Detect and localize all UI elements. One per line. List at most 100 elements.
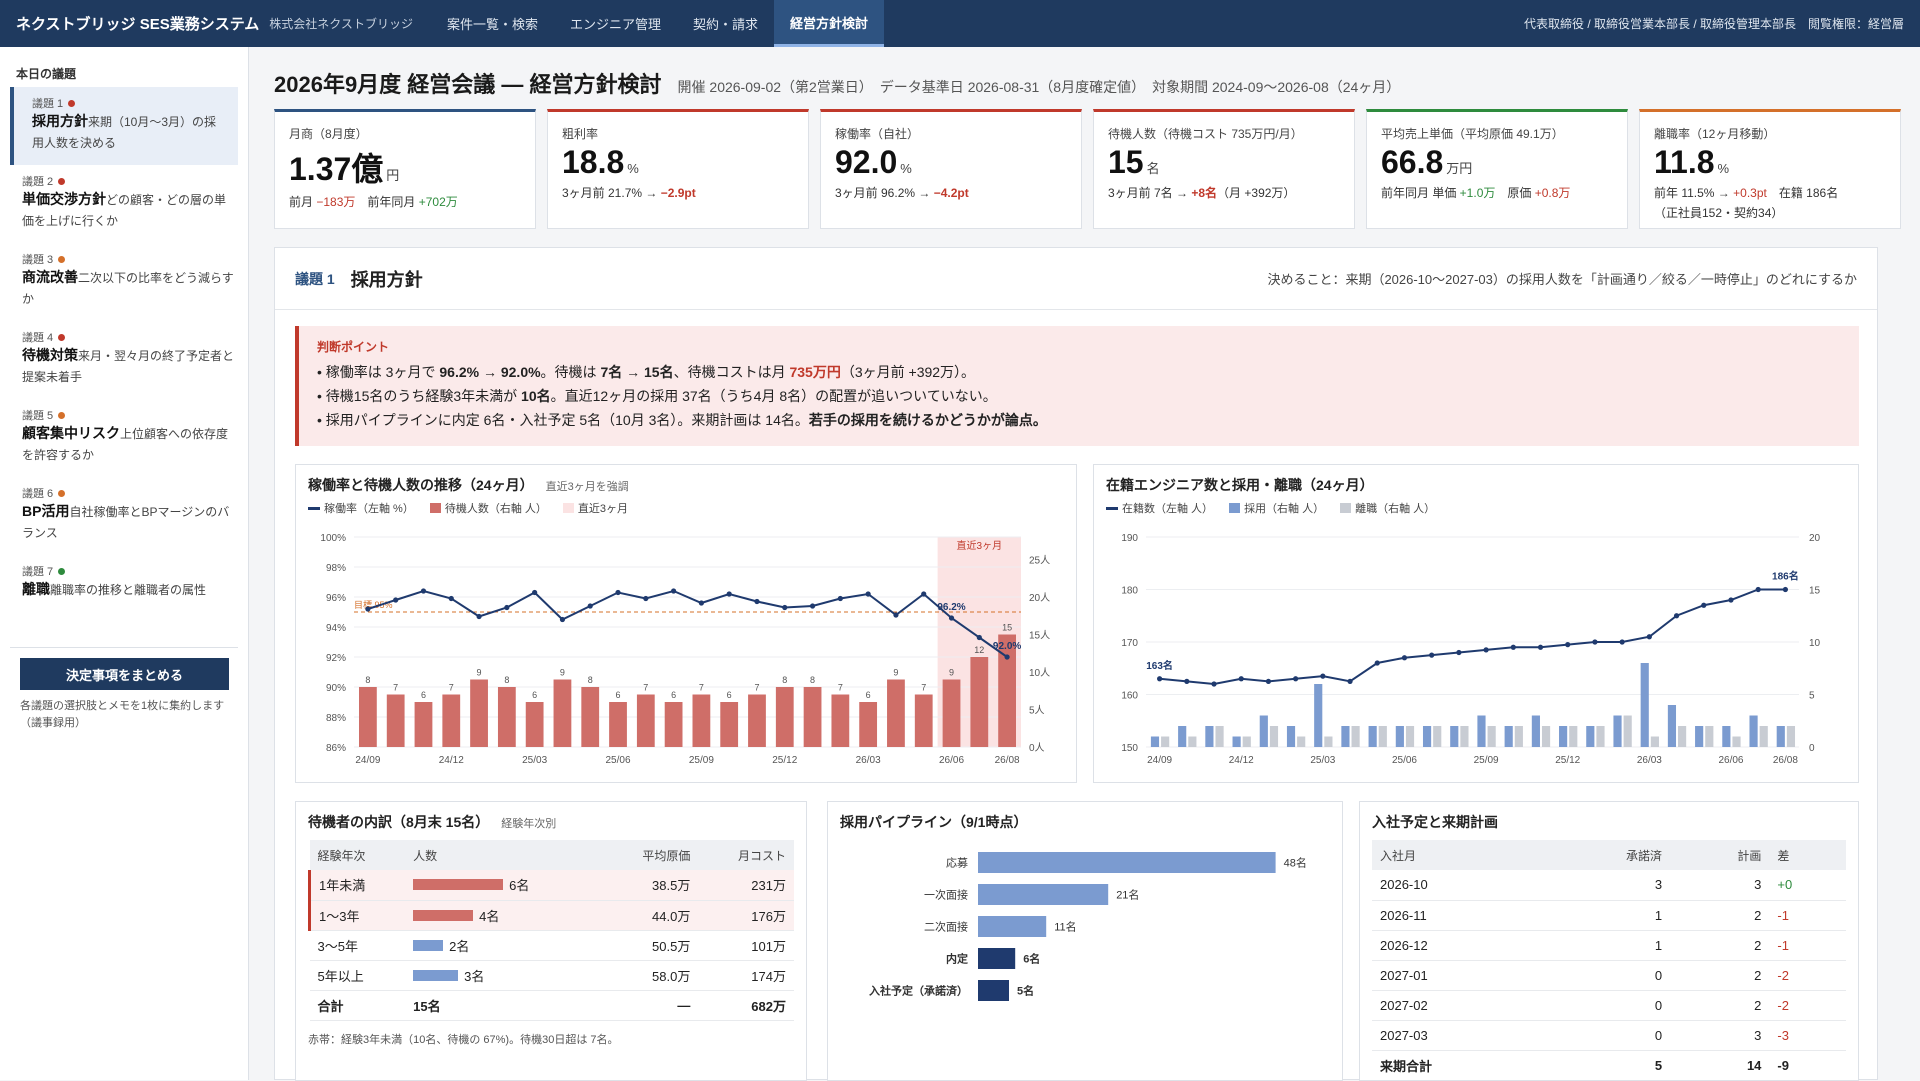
kpi-unit: 円	[386, 168, 400, 183]
agenda-item[interactable]: 議題 5 顧客集中リスク上位顧客への依存度を許容するか	[0, 399, 248, 477]
hire-bar	[1695, 726, 1704, 747]
utilization-point	[615, 589, 621, 596]
table-row[interactable]: 3〜5年 2名 50.5万 101万	[309, 930, 794, 961]
headcount-point	[1320, 673, 1326, 679]
page-header: 2026年9月度 経営会議 — 経営方針検討 開催 2026-09-02（第2営…	[274, 47, 1910, 107]
agenda-item[interactable]: 議題 6 BP活用自社稼働率とBPマージンのバランス	[0, 477, 248, 555]
y-tick-left: 90%	[326, 683, 346, 694]
data-label: 186名	[1772, 570, 1799, 583]
table-row[interactable]: 2027-01 0 2 -2	[1372, 960, 1846, 991]
headcount-point	[1483, 647, 1489, 653]
headcount-point	[1374, 660, 1380, 666]
y-tick-right: 10人	[1029, 667, 1050, 679]
value-label: 11名	[1054, 920, 1076, 934]
kpi-unit: %	[900, 161, 912, 176]
bar-label: 7	[838, 683, 843, 693]
status-dot-icon	[58, 177, 66, 185]
hire-bar	[1259, 715, 1268, 747]
col-header: 経験年次	[309, 840, 406, 870]
x-tick: 26/08	[995, 755, 1020, 766]
agenda-title: 顧客集中リスク	[22, 425, 120, 441]
headcount-point	[1565, 642, 1571, 648]
table-row[interactable]: 2026-10 3 3 +0	[1372, 870, 1846, 901]
y-tick-left: 100%	[320, 533, 346, 544]
leave-bar	[1460, 726, 1469, 747]
table-row[interactable]: 2027-03 0 3 -3	[1372, 1020, 1846, 1051]
nav-item-contracts[interactable]: 契約・請求	[677, 0, 774, 47]
waiting-bar	[859, 702, 878, 747]
legend-item: 待機人数（右軸 人）	[429, 500, 547, 516]
utilization-point	[865, 591, 871, 597]
utilization-point	[671, 588, 677, 594]
nav-item-management[interactable]: 経営方針検討	[774, 0, 885, 47]
nav-item-projects[interactable]: 案件一覧・検索	[431, 0, 554, 47]
kpi-value: 92.0%	[835, 144, 912, 180]
utilization-point	[782, 604, 788, 611]
agenda-item[interactable]: 議題 3 商流改善二次以下の比率をどう減らすか	[0, 243, 248, 321]
table-row[interactable]: 1〜3年 4名 44.0万 176万	[308, 900, 794, 931]
table-row[interactable]: 2026-11 1 2 -1	[1372, 900, 1846, 931]
chart-legend: 稼働率（左軸 %） 待機人数（右軸 人） 直近3ヶ月	[296, 499, 1076, 517]
value-label: 48名	[1284, 856, 1307, 870]
x-tick: 25/06	[606, 755, 631, 766]
y-tick-left: 150	[1121, 743, 1138, 754]
col-header: 平均原価	[602, 840, 699, 870]
agenda-text: BP活用自社稼働率とBPマージンのバランス	[22, 501, 236, 544]
summarize-decisions-button[interactable]: 決定事項をまとめる	[20, 658, 229, 690]
app-brand[interactable]: ネクストブリッジ SES業務システム	[0, 13, 259, 34]
utilization-chart-card: 稼働率と待機人数の推移（24ヶ月） 直近3ヶ月を強調 稼働率（左軸 %） 待機人数…	[295, 464, 1077, 783]
cell-plan: 2	[1670, 960, 1770, 991]
x-tick: 25/09	[689, 755, 714, 766]
kpi-unit: 万円	[1446, 161, 1473, 176]
judgment-box: 判断ポイント • 稼働率は 3ヶ月で 96.2% → 92.0%。待機は 7名 …	[295, 326, 1859, 446]
kpi-sub: 前年同月 単価 +1.0万 原価 +0.8万	[1381, 186, 1571, 200]
bar-label: 9	[949, 668, 954, 678]
table-row[interactable]: 1年未満 6名 38.5万 231万	[308, 870, 794, 901]
table-row[interactable]: 5年以上 3名 58.0万 174万	[309, 960, 794, 991]
nav-item-engineers[interactable]: エンジニア管理	[554, 0, 677, 47]
agenda-item[interactable]: 議題 7 離職離職率の推移と離職者の属性	[0, 555, 248, 633]
agenda-title: 離職	[22, 581, 50, 597]
hire-bar	[1531, 715, 1540, 747]
waiting-bar	[470, 679, 488, 747]
kpi-sub-2: （正社員152・契約34）	[1654, 206, 1784, 220]
hire-bar	[1613, 715, 1622, 747]
cell-accepted: 0	[1540, 1020, 1671, 1051]
value-label: 6名	[1023, 952, 1040, 966]
cell-diff: -2	[1769, 990, 1846, 1021]
cell-cost: 58.0万	[602, 960, 699, 991]
agenda-item[interactable]: 議題 2 単価交渉方針どの顧客・どの層の単価を上げに行くか	[0, 165, 248, 243]
agenda-item[interactable]: 議題 1 採用方針来期（10月〜3月）の採用人数を決める	[10, 87, 238, 165]
leave-bar	[1215, 726, 1224, 747]
x-tick: 24/12	[439, 755, 464, 766]
utilization-point	[393, 597, 399, 603]
category-label: 二次面接	[924, 920, 968, 934]
cell-count: 2名	[405, 930, 603, 961]
leave-bar	[1487, 726, 1496, 747]
agenda-desc: 離職率の推移と離職者の属性	[50, 583, 207, 597]
status-dot-icon	[58, 567, 66, 575]
leave-bar	[1405, 726, 1415, 747]
bar-label: 7	[699, 683, 704, 693]
agenda-item[interactable]: 議題 4 待機対策来月・翌々月の終了予定者と提案未着手	[0, 321, 248, 399]
cell-cost: 50.5万	[602, 930, 699, 961]
sidebar: 本日の議題 議題 1 採用方針来期（10月〜3月）の採用人数を決める 議題 2 単価交…	[0, 47, 249, 1080]
legend-item: 在籍数（左軸 人）	[1106, 500, 1213, 516]
legend-item: 稼働率（左軸 %）	[308, 500, 414, 516]
cell-month: 2026-12	[1372, 930, 1541, 961]
bar-label: 6	[616, 690, 621, 700]
kpi-label: 稼働率（自社）	[835, 127, 920, 141]
agenda-text: 採用方針来期（10月〜3月）の採用人数を決める	[32, 111, 226, 154]
pipeline-chart: 応募 48名一次面接 21名二次面接 11名内定 6名入社予定（承諾済） 5名	[869, 852, 1307, 1001]
utilization-point	[504, 604, 510, 611]
leave-bar	[1297, 736, 1306, 747]
hire-bar	[1314, 684, 1323, 747]
waiting-bar	[636, 694, 655, 747]
table-row[interactable]: 2026-12 1 2 -1	[1372, 930, 1846, 961]
hiring-plan-card: 入社予定と来期計画 入社月 承諾済 計画 差 2026-10 3 3 +0 2026-1…	[1359, 801, 1859, 1081]
legend-item: 離職（右軸 人）	[1340, 500, 1435, 516]
cell-month: 2026-10	[1372, 870, 1541, 901]
status-dot-icon	[58, 489, 66, 497]
table-row[interactable]: 2027-02 0 2 -2	[1372, 990, 1846, 1021]
headcount-point	[1238, 676, 1244, 682]
